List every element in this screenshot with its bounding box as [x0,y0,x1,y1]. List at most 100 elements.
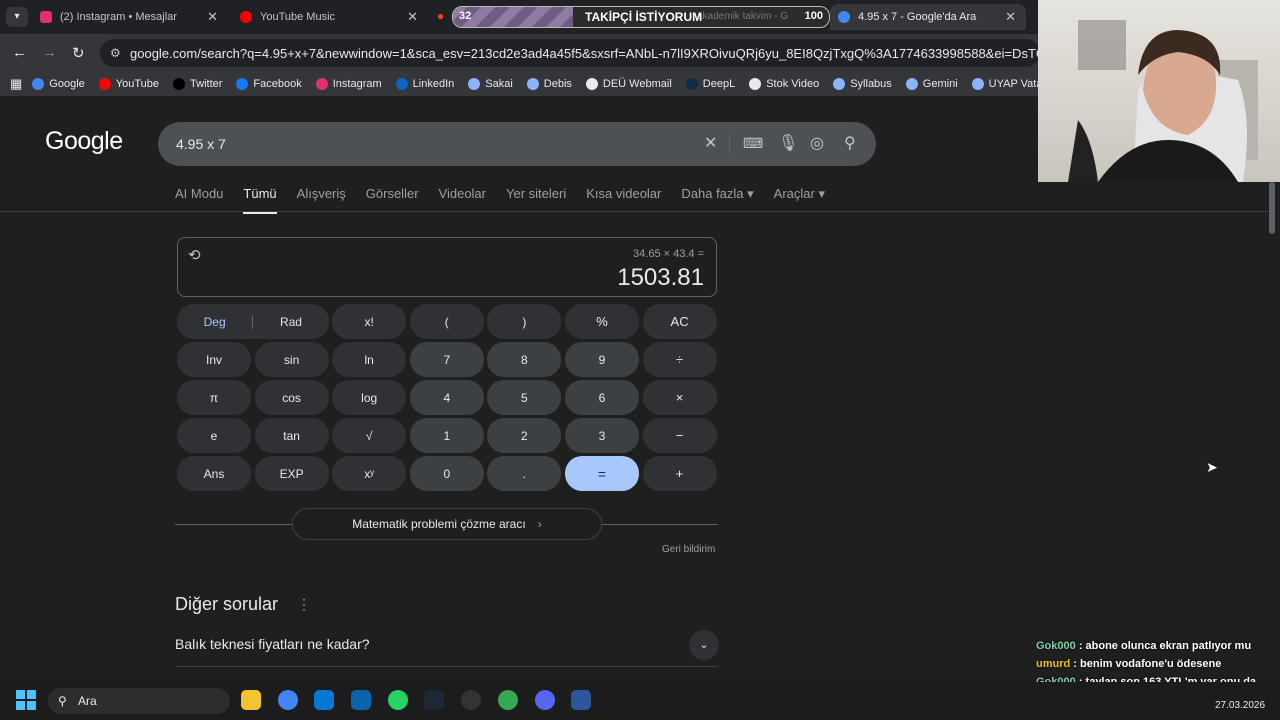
search-tab[interactable]: Görseller [366,186,419,214]
bookmark-item[interactable]: YouTube [98,78,159,90]
calculator-key[interactable]: 7 [409,342,484,377]
calculator-key[interactable]: ( [409,304,484,339]
site-info-icon[interactable]: ⚙ [110,46,121,60]
rad-button[interactable]: Rad [253,315,328,329]
whatsapp-icon[interactable] [388,690,408,710]
store-icon[interactable] [314,690,334,710]
apps-grid-icon[interactable]: ▦ [10,76,22,92]
tab-search-button[interactable]: ▾ [6,7,28,27]
calculator-key[interactable]: sin [254,342,329,377]
tab-youtube-music[interactable]: YouTube Music ✕ [232,4,428,30]
calculator-key[interactable]: 2 [487,418,562,453]
calculator-key[interactable]: = [564,456,639,491]
close-icon[interactable]: ✕ [207,9,218,25]
steam-icon[interactable] [424,690,444,710]
calculator-key[interactable]: √ [332,418,407,453]
calculator-key[interactable]: log [332,380,407,415]
bookmark-item[interactable]: DEÜ Webmail [585,78,672,90]
math-solver-button[interactable]: Matematik problemi çözme aracı › [292,508,602,540]
calculator-key[interactable]: . [487,456,562,491]
calculator-key[interactable]: 8 [487,342,562,377]
bookmark-item[interactable]: Debis [526,78,572,90]
bookmark-item[interactable]: DeepL [685,78,735,90]
paa-question[interactable]: Balık teknesi fiyatları ne kadar? [175,636,370,652]
bookmark-label: Gemini [922,78,958,90]
calculator-key[interactable]: x! [332,304,407,339]
calculator-key[interactable]: e [177,418,251,453]
calculator-key[interactable]: ) [487,304,562,339]
search-tab[interactable]: Videolar [439,186,486,214]
calculator-key[interactable]: AC [642,304,717,339]
search-tab[interactable]: Daha fazla ▾ [681,186,753,214]
calculator-key[interactable]: 0 [409,456,484,491]
lens-icon[interactable]: ◎ [810,133,824,153]
bookmark-item[interactable]: Gemini [905,78,958,90]
mail-icon[interactable] [351,690,371,710]
bookmark-item[interactable]: Google [32,78,85,90]
google-logo[interactable]: Google [45,127,123,156]
search-input[interactable]: 4.95 x 7 [176,136,226,152]
history-icon[interactable]: ⟲ [188,246,201,264]
angle-mode-toggle[interactable]: Deg Rad [177,304,329,339]
calculator-key[interactable]: Ans [177,456,251,491]
more-options-icon[interactable]: ⋮ [297,596,311,613]
calculator-key[interactable]: % [564,304,639,339]
scrollbar[interactable] [1269,182,1275,234]
bookmark-item[interactable]: Sakai [468,78,513,90]
search-tab[interactable]: Tümü [243,186,277,214]
bookmark-item[interactable]: Facebook [236,78,302,90]
keyboard-icon[interactable]: ⌨ [743,135,763,152]
deg-button[interactable]: Deg [177,314,254,329]
search-box[interactable]: 4.95 x 7 ✕ ⌨ 🎙 ◎ ⚲ [158,122,876,166]
tab-instagram[interactable]: (2) Instagram • Mesajlar ✕ [32,4,228,30]
tab-google-search[interactable]: 4.95 x 7 - Google'da Ara ✕ [830,4,1026,30]
calculator-key[interactable]: tan [254,418,329,453]
bookmark-item[interactable]: Stok Video [749,78,819,90]
reload-icon[interactable]: ↻ [72,44,85,62]
close-icon[interactable]: ✕ [407,9,418,25]
calculator-key[interactable]: xʸ [332,456,407,491]
obs-icon[interactable] [461,690,481,710]
discord-icon[interactable] [535,690,555,710]
search-icon[interactable]: ⚲ [844,133,856,153]
calculator-key[interactable]: Inv [177,342,251,377]
chrome-profile-icon[interactable] [498,690,518,710]
word-icon[interactable] [571,690,591,710]
bookmark-item[interactable]: Instagram [315,78,382,90]
clock-date: 27.03.2026 [1215,700,1266,711]
search-tab[interactable]: Yer siteleri [506,186,566,214]
address-bar[interactable]: ⚙ google.com/search?q=4.95+x+7&newwindow… [100,39,1040,67]
calculator-key[interactable]: EXP [254,456,329,491]
chevron-down-icon[interactable]: ⌄ [689,630,719,660]
calculator-key[interactable]: + [642,456,717,491]
close-icon[interactable]: ✕ [1005,9,1016,25]
search-tab[interactable]: Kısa videolar [586,186,661,214]
forward-icon[interactable]: → [42,44,57,61]
bookmark-item[interactable]: Syllabus [833,78,892,90]
search-tab[interactable]: Alışveriş [297,186,346,214]
calculator-key[interactable]: ln [332,342,407,377]
search-tab[interactable]: AI Modu [175,186,223,214]
calculator-key[interactable]: cos [254,380,329,415]
calculator-key[interactable]: × [642,380,717,415]
feedback-link[interactable]: Geri bildirim [662,544,715,555]
clear-icon[interactable]: ✕ [704,133,717,153]
calculator-key[interactable]: 6 [564,380,639,415]
taskbar-search[interactable]: ⚲ Ara [48,688,230,714]
calculator-key[interactable]: − [642,418,717,453]
calculator-key[interactable]: 4 [409,380,484,415]
bookmark-item[interactable]: Twitter [173,78,222,90]
file-explorer-icon[interactable] [241,690,261,710]
back-icon[interactable]: ← [12,44,27,61]
chrome-icon[interactable] [278,690,298,710]
bookmark-item[interactable]: LinkedIn [395,78,454,90]
calculator-key[interactable]: ÷ [642,342,717,377]
calculator-key[interactable]: 5 [487,380,562,415]
windows-start-icon[interactable] [16,690,36,710]
calculator-key[interactable]: π [177,380,251,415]
microphone-icon[interactable]: 🎙 [778,133,798,153]
calculator-key[interactable]: 1 [409,418,484,453]
calculator-key[interactable]: 3 [564,418,639,453]
search-tab[interactable]: Araçlar ▾ [774,186,825,214]
calculator-key[interactable]: 9 [564,342,639,377]
